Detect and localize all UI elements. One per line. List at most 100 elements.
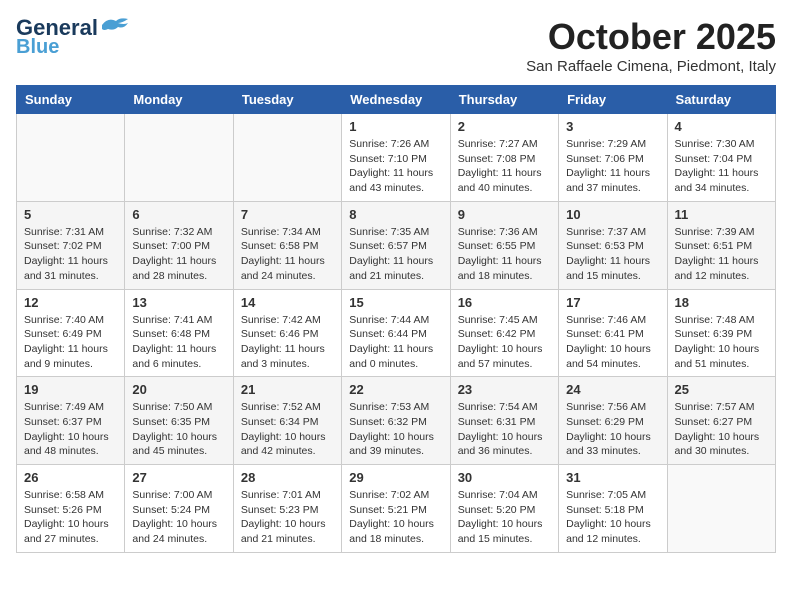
weekday-header-monday: Monday — [125, 86, 233, 114]
calendar-cell: 4 Sunrise: 7:30 AM Sunset: 7:04 PM Daylig… — [667, 114, 775, 202]
calendar-cell — [667, 465, 775, 553]
day-info: Sunrise: 7:27 AM Sunset: 7:08 PM Dayligh… — [458, 137, 551, 196]
day-info: Sunrise: 7:00 AM Sunset: 5:24 PM Dayligh… — [132, 488, 225, 547]
weekday-header-tuesday: Tuesday — [233, 86, 341, 114]
calendar-week-4: 19 Sunrise: 7:49 AM Sunset: 6:37 PM Dayli… — [17, 377, 776, 465]
day-info: Sunrise: 7:35 AM Sunset: 6:57 PM Dayligh… — [349, 225, 442, 284]
calendar-cell: 2 Sunrise: 7:27 AM Sunset: 7:08 PM Daylig… — [450, 114, 558, 202]
calendar-cell: 28 Sunrise: 7:01 AM Sunset: 5:23 PM Dayli… — [233, 465, 341, 553]
day-number: 29 — [349, 470, 442, 485]
calendar-cell: 27 Sunrise: 7:00 AM Sunset: 5:24 PM Dayli… — [125, 465, 233, 553]
day-number: 2 — [458, 119, 551, 134]
day-number: 24 — [566, 382, 659, 397]
day-info: Sunrise: 7:42 AM Sunset: 6:46 PM Dayligh… — [241, 313, 334, 372]
day-number: 19 — [24, 382, 117, 397]
day-number: 21 — [241, 382, 334, 397]
day-number: 27 — [132, 470, 225, 485]
calendar-cell: 25Sunrise: 7:57 AM Sunset: 6:27 PM Dayli… — [667, 377, 775, 465]
calendar-week-1: 1 Sunrise: 7:26 AM Sunset: 7:10 PM Daylig… — [17, 114, 776, 202]
calendar-cell: 20 Sunrise: 7:50 AM Sunset: 6:35 PM Dayli… — [125, 377, 233, 465]
day-info: Sunrise: 7:31 AM Sunset: 7:02 PM Dayligh… — [24, 225, 117, 284]
day-info: Sunrise: 6:58 AM Sunset: 5:26 PM Dayligh… — [24, 488, 117, 547]
day-info: Sunrise: 7:44 AM Sunset: 6:44 PM Dayligh… — [349, 313, 442, 372]
logo-bird-icon — [100, 15, 130, 37]
day-number: 13 — [132, 295, 225, 310]
calendar-cell: 22 Sunrise: 7:53 AM Sunset: 6:32 PM Dayli… — [342, 377, 450, 465]
calendar-cell: 9Sunrise: 7:36 AM Sunset: 6:55 PM Daylig… — [450, 201, 558, 289]
day-number: 1 — [349, 119, 442, 134]
day-info: Sunrise: 7:54 AM Sunset: 6:31 PM Dayligh… — [458, 400, 551, 459]
day-number: 4 — [675, 119, 768, 134]
day-number: 28 — [241, 470, 334, 485]
day-info: Sunrise: 7:56 AM Sunset: 6:29 PM Dayligh… — [566, 400, 659, 459]
calendar-cell — [17, 114, 125, 202]
day-info: Sunrise: 7:29 AM Sunset: 7:06 PM Dayligh… — [566, 137, 659, 196]
calendar-cell — [233, 114, 341, 202]
logo-blue-text: Blue — [16, 36, 59, 58]
calendar-cell: 19 Sunrise: 7:49 AM Sunset: 6:37 PM Dayli… — [17, 377, 125, 465]
calendar-cell: 14Sunrise: 7:42 AM Sunset: 6:46 PM Dayli… — [233, 289, 341, 377]
day-info: Sunrise: 7:49 AM Sunset: 6:37 PM Dayligh… — [24, 400, 117, 459]
location-subtitle: San Raffaele Cimena, Piedmont, Italy — [526, 58, 776, 75]
calendar-cell: 18Sunrise: 7:48 AM Sunset: 6:39 PM Dayli… — [667, 289, 775, 377]
month-title: October 2025 — [526, 16, 776, 58]
title-area: October 2025 San Raffaele Cimena, Piedmo… — [526, 16, 776, 75]
weekday-header-saturday: Saturday — [667, 86, 775, 114]
day-info: Sunrise: 7:48 AM Sunset: 6:39 PM Dayligh… — [675, 313, 768, 372]
calendar-cell: 21Sunrise: 7:52 AM Sunset: 6:34 PM Dayli… — [233, 377, 341, 465]
day-info: Sunrise: 7:26 AM Sunset: 7:10 PM Dayligh… — [349, 137, 442, 196]
day-number: 3 — [566, 119, 659, 134]
calendar-cell: 8Sunrise: 7:35 AM Sunset: 6:57 PM Daylig… — [342, 201, 450, 289]
calendar-cell: 5Sunrise: 7:31 AM Sunset: 7:02 PM Daylig… — [17, 201, 125, 289]
calendar-cell: 17 Sunrise: 7:46 AM Sunset: 6:41 PM Dayli… — [559, 289, 667, 377]
day-number: 20 — [132, 382, 225, 397]
calendar-cell: 15Sunrise: 7:44 AM Sunset: 6:44 PM Dayli… — [342, 289, 450, 377]
day-info: Sunrise: 7:57 AM Sunset: 6:27 PM Dayligh… — [675, 400, 768, 459]
day-info: Sunrise: 7:45 AM Sunset: 6:42 PM Dayligh… — [458, 313, 551, 372]
day-info: Sunrise: 7:41 AM Sunset: 6:48 PM Dayligh… — [132, 313, 225, 372]
calendar-cell: 12 Sunrise: 7:40 AM Sunset: 6:49 PM Dayli… — [17, 289, 125, 377]
day-info: Sunrise: 7:40 AM Sunset: 6:49 PM Dayligh… — [24, 313, 117, 372]
day-info: Sunrise: 7:04 AM Sunset: 5:20 PM Dayligh… — [458, 488, 551, 547]
calendar-cell: 29Sunrise: 7:02 AM Sunset: 5:21 PM Dayli… — [342, 465, 450, 553]
calendar-week-3: 12 Sunrise: 7:40 AM Sunset: 6:49 PM Dayli… — [17, 289, 776, 377]
day-number: 31 — [566, 470, 659, 485]
day-info: Sunrise: 7:05 AM Sunset: 5:18 PM Dayligh… — [566, 488, 659, 547]
calendar-table: SundayMondayTuesdayWednesdayThursdayFrid… — [16, 85, 776, 553]
calendar-cell: 13 Sunrise: 7:41 AM Sunset: 6:48 PM Dayli… — [125, 289, 233, 377]
calendar-cell: 24 Sunrise: 7:56 AM Sunset: 6:29 PM Dayli… — [559, 377, 667, 465]
day-number: 11 — [675, 207, 768, 222]
calendar-cell: 3 Sunrise: 7:29 AM Sunset: 7:06 PM Daylig… — [559, 114, 667, 202]
calendar-cell: 23 Sunrise: 7:54 AM Sunset: 6:31 PM Dayli… — [450, 377, 558, 465]
calendar-cell: 10 Sunrise: 7:37 AM Sunset: 6:53 PM Dayli… — [559, 201, 667, 289]
calendar-cell: 16 Sunrise: 7:45 AM Sunset: 6:42 PM Dayli… — [450, 289, 558, 377]
day-info: Sunrise: 7:39 AM Sunset: 6:51 PM Dayligh… — [675, 225, 768, 284]
weekday-header-thursday: Thursday — [450, 86, 558, 114]
weekday-header-sunday: Sunday — [17, 86, 125, 114]
calendar-cell: 7Sunrise: 7:34 AM Sunset: 6:58 PM Daylig… — [233, 201, 341, 289]
day-number: 12 — [24, 295, 117, 310]
day-number: 17 — [566, 295, 659, 310]
logo: General Blue — [16, 16, 130, 58]
day-info: Sunrise: 7:50 AM Sunset: 6:35 PM Dayligh… — [132, 400, 225, 459]
day-number: 30 — [458, 470, 551, 485]
day-number: 6 — [132, 207, 225, 222]
weekday-header-row: SundayMondayTuesdayWednesdayThursdayFrid… — [17, 86, 776, 114]
day-info: Sunrise: 7:01 AM Sunset: 5:23 PM Dayligh… — [241, 488, 334, 547]
day-info: Sunrise: 7:32 AM Sunset: 7:00 PM Dayligh… — [132, 225, 225, 284]
day-number: 9 — [458, 207, 551, 222]
page-header: General Blue October 2025 San Raffaele C… — [16, 16, 776, 75]
calendar-cell: 31 Sunrise: 7:05 AM Sunset: 5:18 PM Dayli… — [559, 465, 667, 553]
calendar-cell — [125, 114, 233, 202]
day-info: Sunrise: 7:53 AM Sunset: 6:32 PM Dayligh… — [349, 400, 442, 459]
day-number: 16 — [458, 295, 551, 310]
day-number: 10 — [566, 207, 659, 222]
day-number: 23 — [458, 382, 551, 397]
day-info: Sunrise: 7:30 AM Sunset: 7:04 PM Dayligh… — [675, 137, 768, 196]
day-info: Sunrise: 7:46 AM Sunset: 6:41 PM Dayligh… — [566, 313, 659, 372]
weekday-header-friday: Friday — [559, 86, 667, 114]
day-number: 22 — [349, 382, 442, 397]
day-info: Sunrise: 7:37 AM Sunset: 6:53 PM Dayligh… — [566, 225, 659, 284]
calendar-cell: 6 Sunrise: 7:32 AM Sunset: 7:00 PM Daylig… — [125, 201, 233, 289]
day-number: 7 — [241, 207, 334, 222]
